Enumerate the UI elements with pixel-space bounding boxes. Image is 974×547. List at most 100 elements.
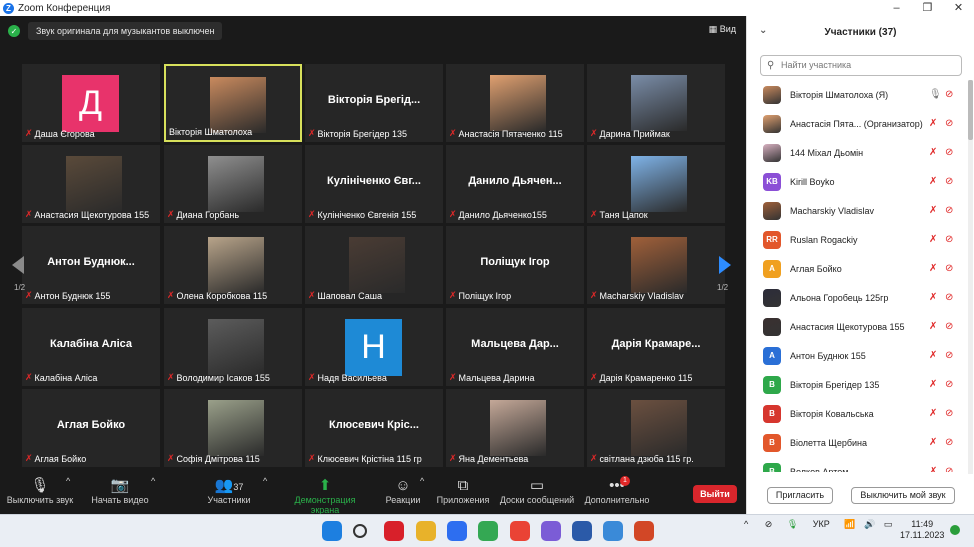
participant-tile[interactable]: ✗ Яна Дементьева (446, 389, 584, 467)
participant-list-scrollbar[interactable] (968, 80, 973, 474)
close-button[interactable]: ✕ (943, 0, 974, 16)
opera-icon[interactable] (384, 521, 404, 541)
participant-row[interactable]: В Віолетта Щербина ✗ ⊘ (747, 428, 967, 457)
leave-button[interactable]: Выйти (693, 485, 737, 503)
previous-page-arrow-icon[interactable] (12, 256, 24, 274)
tile-label-text: Дарина Приймак (599, 128, 670, 139)
tile-name-label: ✗ Анастасія Пятаченко 115 (449, 128, 563, 139)
microphone-icon[interactable]: 🎙 (787, 519, 798, 529)
tile-label-text: Вікторія Брегідер 135 (317, 128, 407, 139)
camera-off-icon: ⊘ (945, 89, 954, 100)
word-icon[interactable] (572, 521, 592, 541)
participant-tile[interactable]: Мальцева Дар... ✗ Мальцева Дарина (446, 308, 584, 386)
powerpoint-icon[interactable] (634, 521, 654, 541)
view-button[interactable]: ▦ Вид (709, 24, 736, 35)
participant-tile[interactable]: Кулініченко Євг... ✗ Кулініченко Євгенія 1… (305, 145, 443, 223)
windows-start-icon[interactable] (322, 521, 342, 541)
tile-label-text: Дарія Крамаренко 115 (599, 372, 693, 383)
participant-row[interactable]: RR Ruslan Rogackiy ✗ ⊘ (747, 225, 967, 254)
participant-row[interactable]: 144 Міхал Дьомін ✗ ⊘ (747, 138, 967, 167)
participant-tile[interactable]: ✗ Анастасия Щекотурова 155 (22, 145, 160, 223)
network-off-icon[interactable]: ⊘ (765, 519, 773, 529)
tile-name-label: ✗ Данило Дьяченко155 (449, 209, 547, 220)
wifi-icon[interactable]: 📶 (844, 519, 855, 529)
participant-row[interactable]: А Антон Буднюк 155 ✗ ⊘ (747, 341, 967, 370)
participant-photo (349, 237, 405, 293)
participant-tile[interactable]: Данило Дьячен... ✗ Данило Дьяченко155 (446, 145, 584, 223)
participant-tile[interactable]: ✗ Шаповал Саша (305, 226, 443, 304)
participant-tile[interactable]: Калабіна Аліса ✗ Калабіна Аліса (22, 308, 160, 386)
participant-tile[interactable]: Вікторія Шматолоха (164, 64, 302, 142)
participant-tile[interactable]: ✗ Диана Горбань (164, 145, 302, 223)
mute-button[interactable]: 🎙 Выключить звук (6, 476, 74, 505)
participant-row[interactable]: В Вікторія Брегідер 135 ✗ ⊘ (747, 370, 967, 399)
participant-tile[interactable]: H ✗ Надя Васильева (305, 308, 443, 386)
participant-row[interactable]: Анастасія Пята... (Организатор) ✗ ⊘ (747, 109, 967, 138)
avatar: RR (763, 230, 781, 249)
taskbar-clock[interactable]: 11:49 17.11.2023 (900, 519, 944, 541)
participant-row[interactable]: Анастасия Щекотурова 155 ✗ ⊘ (747, 312, 967, 341)
chrome-icon-3[interactable] (510, 521, 530, 541)
chevron-up-icon[interactable]: ^ (263, 476, 267, 486)
avatar (763, 317, 781, 336)
start-video-button[interactable]: 📷 Начать видео (90, 476, 150, 505)
participant-tile[interactable]: Аглая Бойко ✗ Аглая Бойко (22, 389, 160, 467)
minimize-button[interactable]: – (881, 0, 912, 16)
search-icon[interactable] (353, 524, 367, 538)
volume-icon[interactable]: 🔊 (864, 519, 875, 529)
next-page-arrow-icon[interactable] (719, 256, 731, 274)
participant-tile[interactable]: ✗ Macharskiy Vladislav (587, 226, 725, 304)
participant-search-input[interactable]: ⚲ Найти участника (760, 55, 962, 76)
battery-icon[interactable]: ▭ (884, 519, 893, 529)
tile-display-name: Клюсевич Кріс... (329, 419, 419, 431)
chrome-icon-2[interactable] (478, 521, 498, 541)
participant-tile[interactable]: Клюсевич Кріс... ✗ Клюсевич Крістіна 115 г… (305, 389, 443, 467)
muted-mic-icon: ✗ (929, 263, 938, 274)
chevron-down-icon[interactable]: ⌄ (759, 25, 767, 36)
participant-tile[interactable]: Антон Буднюк... ✗ Антон Буднюк 155 (22, 226, 160, 304)
chevron-up-icon[interactable]: ^ (420, 476, 424, 486)
chevron-up-icon[interactable]: ^ (744, 519, 748, 529)
shield-icon[interactable]: ✓ (8, 25, 20, 37)
tile-name-label: ✗ Володимир Ісаков 155 (167, 372, 270, 383)
invite-button[interactable]: Пригласить (767, 487, 833, 504)
chevron-up-icon[interactable]: ^ (66, 476, 70, 486)
participant-row[interactable]: Вікторія Шматолоха (Я) 🎙 ⊘ (747, 80, 967, 109)
participant-tile[interactable]: ✗ Володимир Ісаков 155 (164, 308, 302, 386)
participant-tile[interactable]: ✗ Анастасія Пятаченко 115 (446, 64, 584, 142)
avatar: В (763, 433, 781, 452)
participant-row[interactable]: В Волков Артем ✗ ⊘ (747, 457, 967, 472)
participant-tile[interactable]: Поліщук Ігор ✗ Поліщук Ігор (446, 226, 584, 304)
notification-icon[interactable] (950, 525, 960, 535)
participants-button[interactable]: 👥37 Участники (202, 476, 256, 505)
mute-my-audio-button[interactable]: Выключить мой звук (851, 487, 955, 504)
share-screen-button[interactable]: ⬆ Демонстрация экрана (280, 476, 370, 515)
keyboard-language[interactable]: УКР (813, 519, 830, 529)
participant-row[interactable]: В Вікторія Ковальська ✗ ⊘ (747, 399, 967, 428)
whiteboards-button[interactable]: ▭ Доски сообщений (498, 476, 576, 505)
apps-button[interactable]: ⧉ Приложения (436, 476, 490, 505)
participant-row[interactable]: Альона Горобець 125гр ✗ ⊘ (747, 283, 967, 312)
participant-row[interactable]: KB Kirill Boyko ✗ ⊘ (747, 167, 967, 196)
zoom-icon[interactable] (447, 521, 467, 541)
participant-tile[interactable]: Дарія Крамаре... ✗ Дарія Крамаренко 115 (587, 308, 725, 386)
participant-tile[interactable]: ✗ Софія Дмітрова 115 (164, 389, 302, 467)
participant-tile[interactable]: ✗ Дарина Приймак (587, 64, 725, 142)
participant-tile[interactable]: Вікторія Брегід... ✗ Вікторія Брегідер 135 (305, 64, 443, 142)
more-button[interactable]: ••• 1 Дополнительно (584, 476, 650, 505)
participant-tile[interactable]: ✗ світлана дзюба 115 гр. (587, 389, 725, 467)
avatar (763, 114, 781, 133)
participant-tile[interactable]: Д ✗ Даша Єгорова (22, 64, 160, 142)
participant-photo (66, 156, 122, 212)
notepad-icon[interactable] (603, 521, 623, 541)
participant-row[interactable]: А Аглая Бойко ✗ ⊘ (747, 254, 967, 283)
chevron-up-icon[interactable]: ^ (151, 476, 155, 486)
chrome-icon[interactable] (416, 521, 436, 541)
participant-tile[interactable]: ✗ Олена Коробкова 115 (164, 226, 302, 304)
reactions-button[interactable]: ☺ Реакции (383, 476, 423, 505)
camera-off-icon: ⊘ (945, 466, 954, 472)
participant-row[interactable]: Macharskiy Vladislav ✗ ⊘ (747, 196, 967, 225)
viber-icon[interactable] (541, 521, 561, 541)
maximize-button[interactable]: ❐ (912, 0, 943, 16)
participant-tile[interactable]: ✗ Таня Цапок (587, 145, 725, 223)
